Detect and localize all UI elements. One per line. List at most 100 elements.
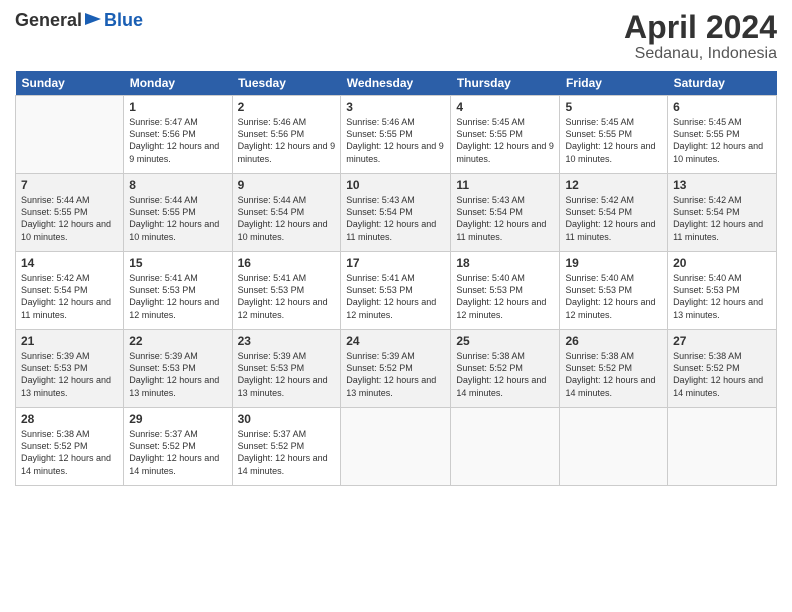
calendar-week-row: 28 Sunrise: 5:38 AM Sunset: 5:52 PM Dayli… [16, 408, 777, 486]
day-header-saturday: Saturday [668, 71, 777, 96]
day-info: Sunrise: 5:40 AM Sunset: 5:53 PM Dayligh… [456, 272, 554, 321]
calendar-cell: 29Sunrise: 5:37 AM Sunset: 5:52 PM Dayli… [124, 408, 232, 486]
calendar-cell: 13 Sunrise: 5:42 AM Sunset: 5:54 PM Dayli… [668, 174, 777, 252]
calendar-cell: 25 Sunrise: 5:38 AM Sunset: 5:52 PM Dayli… [451, 330, 560, 408]
day-number: 7 [21, 178, 118, 192]
day-number: 20 [673, 256, 771, 270]
day-number: 24 [346, 334, 445, 348]
day-info: Sunrise: 5:46 AM Sunset: 5:55 PM Dayligh… [346, 116, 445, 165]
logo-general-text: General [15, 10, 82, 31]
calendar-cell: 18 Sunrise: 5:40 AM Sunset: 5:53 PM Dayli… [451, 252, 560, 330]
day-info: Sunrise: 5:45 AM Sunset: 5:55 PM Dayligh… [456, 116, 554, 165]
day-number: 3 [346, 100, 445, 114]
calendar-cell: 2 Sunrise: 5:46 AM Sunset: 5:56 PM Daylig… [232, 96, 341, 174]
day-number: 23 [238, 334, 336, 348]
calendar-cell [341, 408, 451, 486]
logo-flag-icon [83, 11, 103, 31]
day-number: 25 [456, 334, 554, 348]
calendar-cell: 22 Sunrise: 5:39 AM Sunset: 5:53 PM Dayli… [124, 330, 232, 408]
day-number: 28 [21, 412, 118, 426]
day-header-tuesday: Tuesday [232, 71, 341, 96]
day-info: Sunrise: 5:43 AM Sunset: 5:54 PM Dayligh… [346, 194, 445, 243]
day-number: 2 [238, 100, 336, 114]
day-info: Sunrise: 5:42 AM Sunset: 5:54 PM Dayligh… [673, 194, 771, 243]
calendar-cell: 19Sunrise: 5:40 AM Sunset: 5:53 PM Dayli… [560, 252, 668, 330]
day-info: Sunrise: 5:38 AM Sunset: 5:52 PM Dayligh… [21, 428, 118, 477]
day-info: Sunrise: 5:38 AM Sunset: 5:52 PM Dayligh… [456, 350, 554, 399]
day-info: Sunrise: 5:37 AM Sunset: 5:52 PM Dayligh… [129, 428, 226, 477]
title-area: April 2024 Sedanau, Indonesia [624, 10, 777, 63]
day-info: Sunrise: 5:41 AM Sunset: 5:53 PM Dayligh… [238, 272, 336, 321]
day-number: 22 [129, 334, 226, 348]
day-header-sunday: Sunday [16, 71, 124, 96]
calendar-cell: 28 Sunrise: 5:38 AM Sunset: 5:52 PM Dayli… [16, 408, 124, 486]
calendar-cell: 10 Sunrise: 5:43 AM Sunset: 5:54 PM Dayli… [341, 174, 451, 252]
day-number: 27 [673, 334, 771, 348]
day-number: 11 [456, 178, 554, 192]
calendar-cell: 24Sunrise: 5:39 AM Sunset: 5:52 PM Dayli… [341, 330, 451, 408]
day-info: Sunrise: 5:41 AM Sunset: 5:53 PM Dayligh… [346, 272, 445, 321]
day-info: Sunrise: 5:45 AM Sunset: 5:55 PM Dayligh… [565, 116, 662, 165]
day-number: 4 [456, 100, 554, 114]
day-number: 17 [346, 256, 445, 270]
day-header-wednesday: Wednesday [341, 71, 451, 96]
day-number: 13 [673, 178, 771, 192]
day-number: 26 [565, 334, 662, 348]
calendar-cell [560, 408, 668, 486]
day-number: 12 [565, 178, 662, 192]
calendar-cell [16, 96, 124, 174]
day-info: Sunrise: 5:46 AM Sunset: 5:56 PM Dayligh… [238, 116, 336, 165]
calendar-cell: 3 Sunrise: 5:46 AM Sunset: 5:55 PM Daylig… [341, 96, 451, 174]
day-info: Sunrise: 5:47 AM Sunset: 5:56 PM Dayligh… [129, 116, 226, 165]
day-info: Sunrise: 5:42 AM Sunset: 5:54 PM Dayligh… [21, 272, 118, 321]
calendar-cell: 14 Sunrise: 5:42 AM Sunset: 5:54 PM Dayli… [16, 252, 124, 330]
calendar-week-row: 21Sunrise: 5:39 AM Sunset: 5:53 PM Dayli… [16, 330, 777, 408]
day-number: 1 [129, 100, 226, 114]
day-info: Sunrise: 5:38 AM Sunset: 5:52 PM Dayligh… [673, 350, 771, 399]
day-info: Sunrise: 5:39 AM Sunset: 5:53 PM Dayligh… [129, 350, 226, 399]
day-number: 30 [238, 412, 336, 426]
calendar-cell: 12Sunrise: 5:42 AM Sunset: 5:54 PM Dayli… [560, 174, 668, 252]
day-info: Sunrise: 5:44 AM Sunset: 5:55 PM Dayligh… [21, 194, 118, 243]
calendar-cell: 21Sunrise: 5:39 AM Sunset: 5:53 PM Dayli… [16, 330, 124, 408]
location-title: Sedanau, Indonesia [624, 45, 777, 63]
calendar-cell: 20 Sunrise: 5:40 AM Sunset: 5:53 PM Dayli… [668, 252, 777, 330]
calendar-cell: 30 Sunrise: 5:37 AM Sunset: 5:52 PM Dayli… [232, 408, 341, 486]
calendar-week-row: 7 Sunrise: 5:44 AM Sunset: 5:55 PM Daylig… [16, 174, 777, 252]
day-number: 15 [129, 256, 226, 270]
day-number: 10 [346, 178, 445, 192]
day-number: 18 [456, 256, 554, 270]
calendar-week-row: 14 Sunrise: 5:42 AM Sunset: 5:54 PM Dayli… [16, 252, 777, 330]
calendar-cell: 15Sunrise: 5:41 AM Sunset: 5:53 PM Dayli… [124, 252, 232, 330]
day-info: Sunrise: 5:39 AM Sunset: 5:53 PM Dayligh… [238, 350, 336, 399]
calendar-table: SundayMondayTuesdayWednesdayThursdayFrid… [15, 71, 777, 486]
day-info: Sunrise: 5:37 AM Sunset: 5:52 PM Dayligh… [238, 428, 336, 477]
calendar-cell [668, 408, 777, 486]
logo: General Blue [15, 10, 143, 31]
day-number: 5 [565, 100, 662, 114]
day-number: 14 [21, 256, 118, 270]
calendar-cell: 8Sunrise: 5:44 AM Sunset: 5:55 PM Daylig… [124, 174, 232, 252]
calendar-week-row: 1 Sunrise: 5:47 AM Sunset: 5:56 PM Daylig… [16, 96, 777, 174]
day-number: 8 [129, 178, 226, 192]
day-info: Sunrise: 5:45 AM Sunset: 5:55 PM Dayligh… [673, 116, 771, 165]
calendar-container: General Blue April 2024 Sedanau, Indones… [0, 0, 792, 496]
month-title: April 2024 [624, 10, 777, 45]
calendar-cell: 27 Sunrise: 5:38 AM Sunset: 5:52 PM Dayli… [668, 330, 777, 408]
day-number: 6 [673, 100, 771, 114]
calendar-cell: 17 Sunrise: 5:41 AM Sunset: 5:53 PM Dayli… [341, 252, 451, 330]
calendar-cell: 5 Sunrise: 5:45 AM Sunset: 5:55 PM Daylig… [560, 96, 668, 174]
day-info: Sunrise: 5:40 AM Sunset: 5:53 PM Dayligh… [673, 272, 771, 321]
day-number: 19 [565, 256, 662, 270]
day-info: Sunrise: 5:39 AM Sunset: 5:53 PM Dayligh… [21, 350, 118, 399]
calendar-cell: 1 Sunrise: 5:47 AM Sunset: 5:56 PM Daylig… [124, 96, 232, 174]
day-info: Sunrise: 5:44 AM Sunset: 5:54 PM Dayligh… [238, 194, 336, 243]
day-info: Sunrise: 5:43 AM Sunset: 5:54 PM Dayligh… [456, 194, 554, 243]
calendar-cell: 23 Sunrise: 5:39 AM Sunset: 5:53 PM Dayli… [232, 330, 341, 408]
calendar-cell: 7 Sunrise: 5:44 AM Sunset: 5:55 PM Daylig… [16, 174, 124, 252]
calendar-cell [451, 408, 560, 486]
day-info: Sunrise: 5:38 AM Sunset: 5:52 PM Dayligh… [565, 350, 662, 399]
calendar-cell: 11 Sunrise: 5:43 AM Sunset: 5:54 PM Dayli… [451, 174, 560, 252]
day-number: 9 [238, 178, 336, 192]
calendar-cell: 4 Sunrise: 5:45 AM Sunset: 5:55 PM Daylig… [451, 96, 560, 174]
